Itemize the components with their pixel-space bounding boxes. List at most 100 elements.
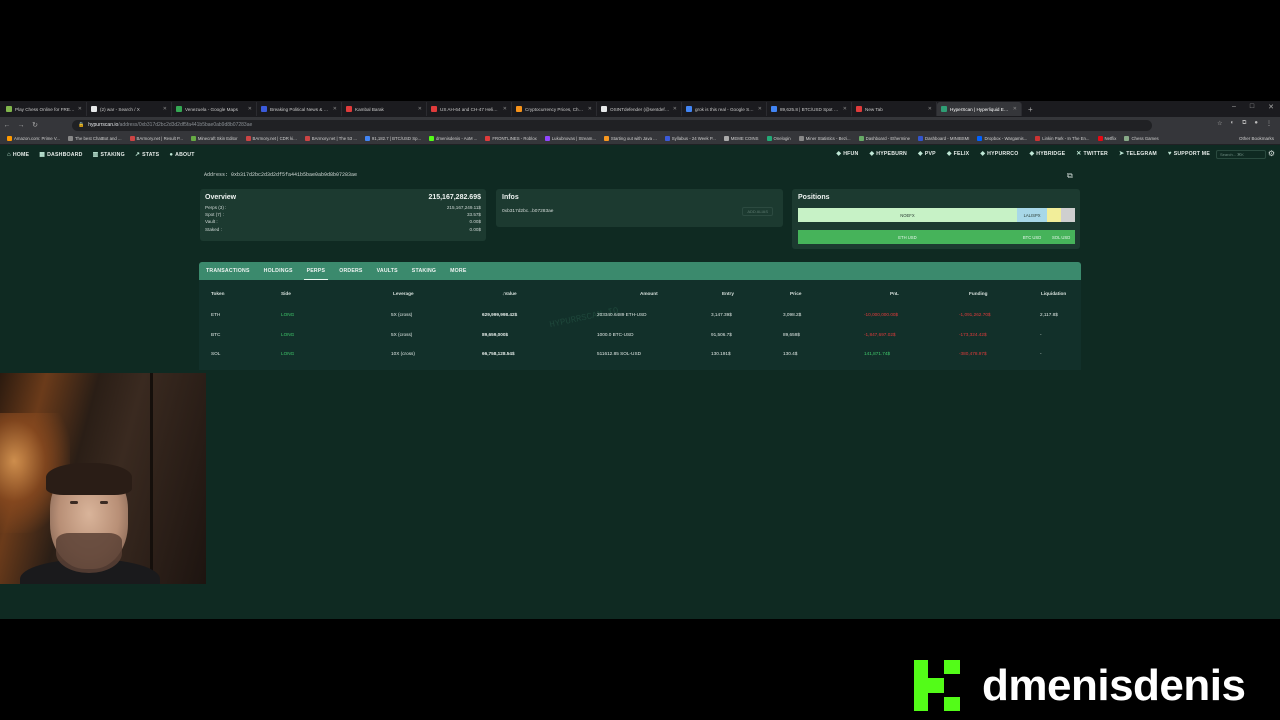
browser-tab[interactable]: HyperScan | Hyperliquid Explo... ✕ xyxy=(937,102,1022,116)
table-row[interactable]: ETH LONG 5X (cross) 629,999,998.42$ 203340.6… xyxy=(199,312,1081,322)
tab-close-icon[interactable]: ✕ xyxy=(333,106,337,112)
extension-icon[interactable]: ◐ xyxy=(1230,120,1234,127)
tab-close-icon[interactable]: ✕ xyxy=(503,106,507,112)
browser-tab[interactable]: Play Chess Online for FREE - 2...✕ xyxy=(2,102,87,116)
tab-close-icon[interactable]: ✕ xyxy=(78,106,82,112)
bookmark-item[interactable]: Dropbox - Wargamis... xyxy=(974,136,1030,141)
bookmark-item[interactable]: Dashboard - Ethermine xyxy=(856,136,913,141)
browser-tab[interactable]: Cryptocurrency Prices, Charts A...✕ xyxy=(512,102,597,116)
position-segment[interactable] xyxy=(1061,208,1075,222)
position-segment[interactable]: BTC USD xyxy=(1017,230,1047,244)
add-alias-button[interactable]: ADD ALIAS xyxy=(742,207,773,216)
browser-tab[interactable]: Breaking Political News & Predi...✕ xyxy=(257,102,342,116)
back-icon[interactable]: ← xyxy=(0,122,14,129)
tab-close-icon[interactable]: ✕ xyxy=(248,106,252,112)
header-leverage[interactable]: Leverage xyxy=(393,291,414,296)
position-segment[interactable]: LALISPX xyxy=(1016,208,1048,222)
header-token[interactable]: Token xyxy=(211,291,224,296)
header-side[interactable]: Side xyxy=(281,291,291,296)
table-row[interactable]: BTC LONG 5X (cross) 89,659,000$ 1000.0 BTC-U… xyxy=(199,332,1081,342)
tab-vaults[interactable]: VAULTS xyxy=(377,268,398,274)
nav-telegram[interactable]: ➤ TELEGRAM xyxy=(1119,150,1157,158)
nav-twitter[interactable]: ✕ TWITTER xyxy=(1076,150,1108,158)
nav-pvp[interactable]: ◆ PVP xyxy=(918,150,936,158)
tab-close-icon[interactable]: ✕ xyxy=(928,106,932,112)
minimize-button[interactable]: – xyxy=(1232,103,1236,111)
tab-holdings[interactable]: HOLDINGS xyxy=(264,268,293,274)
other-bookmarks[interactable]: Other Bookmarks xyxy=(1239,136,1274,141)
nav-dashboard[interactable]: ▦ DASHBOARD xyxy=(39,151,82,159)
tab-close-icon[interactable]: ✕ xyxy=(843,106,847,112)
browser-tab[interactable]: New Tab ✕ xyxy=(852,102,937,116)
header-entry[interactable]: Entry xyxy=(722,291,734,296)
bookmark-item[interactable]: MEME COINS xyxy=(721,136,762,141)
bookmark-item[interactable]: Minecraft Skin Editor xyxy=(188,136,241,141)
search-input[interactable]: Search... ⌘K xyxy=(1216,150,1266,159)
nav-hypurrco[interactable]: ◆ HYPURRCO xyxy=(980,150,1018,158)
position-segment[interactable]: ETH USD xyxy=(798,230,1017,244)
bookmark-item[interactable]: Syllabus - 24 Week P... xyxy=(662,136,719,141)
bookmark-star-icon[interactable]: ☆ xyxy=(1217,120,1222,127)
browser-tab[interactable]: US AH-64 and CH-47 Helicopte...✕ xyxy=(427,102,512,116)
nav-hfun[interactable]: ◆ HFUN xyxy=(836,150,858,158)
nav-hybridge[interactable]: ◆ HYBRIDGE xyxy=(1029,150,1065,158)
tab-orders[interactable]: ORDERS xyxy=(339,268,362,274)
bookmark-item[interactable]: Miner Statistics - Bezi... xyxy=(796,136,854,141)
forward-icon[interactable]: → xyxy=(14,122,28,129)
header-funding[interactable]: Funding xyxy=(969,291,987,296)
copy-icon[interactable]: ⧉ xyxy=(1067,171,1073,181)
url-input[interactable]: 🔒 hypurrscan.io /address/0xb317d2bc2d3d2… xyxy=(72,119,1152,131)
close-window-button[interactable]: ✕ xyxy=(1268,103,1274,111)
bookmark-item[interactable]: Linkin Park - In The En... xyxy=(1032,136,1092,141)
profile-icon[interactable]: ● xyxy=(1254,120,1258,127)
header-pnl[interactable]: PnL xyxy=(890,291,899,296)
gear-icon[interactable]: ⚙ xyxy=(1268,149,1275,158)
nav-support-me[interactable]: ♥ SUPPORT ME xyxy=(1168,151,1210,157)
position-segment[interactable] xyxy=(1047,208,1062,222)
bookmark-item[interactable]: 91,182.7 | BTC/USD Sp... xyxy=(362,136,424,141)
browser-tab[interactable]: (2) war - Search / X ✕ xyxy=(87,102,172,116)
browser-tab[interactable]: Venezuela - Google Maps ✕ xyxy=(172,102,257,116)
reload-icon[interactable]: ↻ xyxy=(28,121,42,129)
nav-home[interactable]: ⌂ HOME xyxy=(7,152,29,158)
header-value[interactable]: ↓Value xyxy=(502,291,517,296)
nav-stats[interactable]: ↗ STATS xyxy=(135,151,159,159)
position-segment[interactable]: SOL USD xyxy=(1047,230,1075,244)
new-tab-button[interactable]: + xyxy=(1028,105,1033,114)
header-amount[interactable]: Amount xyxy=(640,291,658,296)
bookmark-item[interactable]: Onelogin xyxy=(764,136,794,141)
maximize-button[interactable]: □ xyxy=(1250,103,1254,111)
table-row[interactable]: SOL LONG 10X (cross) 66,758,128.54$ 511612.8… xyxy=(199,351,1081,361)
header-liquidation[interactable]: Liquidation xyxy=(1041,291,1066,296)
nav-hypeburn[interactable]: ◆ HYPEBURN xyxy=(869,150,907,158)
bookmark-item[interactable]: The best ChatBot and ... xyxy=(65,136,125,141)
tab-staking[interactable]: STAKING xyxy=(412,268,436,274)
tab-close-icon[interactable]: ✕ xyxy=(758,106,762,112)
tab-close-icon[interactable]: ✕ xyxy=(163,106,167,112)
puzzle-icon[interactable]: ⧉ xyxy=(1242,120,1246,127)
browser-tab[interactable]: grok is this real - Google Search ✕ xyxy=(682,102,767,116)
bookmark-item[interactable]: BArmory.net | The 53 ... xyxy=(302,136,360,141)
position-segment[interactable]: NOEFX xyxy=(798,208,1017,222)
menu-icon[interactable]: ⋮ xyxy=(1266,120,1272,127)
browser-tab[interactable]: 89,625.8 | BTC/USD Spot Tradin...✕ xyxy=(767,102,852,116)
tab-close-icon[interactable]: ✕ xyxy=(588,106,592,112)
tab-transactions[interactable]: TRANSACTIONS xyxy=(206,268,250,274)
tab-close-icon[interactable]: ✕ xyxy=(1013,106,1017,112)
browser-tab[interactable]: OSINTdefender (@sentdefe... ✕ xyxy=(597,102,682,116)
tab-close-icon[interactable]: ✕ xyxy=(418,106,422,112)
bookmark-item[interactable]: Lukubnovas | Stream... xyxy=(542,136,599,141)
infos-address[interactable]: 0xb317d2bc...b07283ae xyxy=(502,209,777,214)
nav-staking[interactable]: ▥ STAKING xyxy=(93,151,125,159)
bookmark-item[interactable]: Amazon.com: Prime V... xyxy=(4,136,63,141)
tab-perps[interactable]: PERPS xyxy=(303,268,328,280)
nav-about[interactable]: ● ABOUT xyxy=(169,152,194,158)
bookmark-item[interactable]: Starting out with Java ... xyxy=(601,136,660,141)
bookmark-item[interactable]: dmenisdenis - AoM ... xyxy=(426,136,480,141)
browser-tab[interactable]: Kambal Barak ✕ xyxy=(342,102,427,116)
header-price[interactable]: Price xyxy=(790,291,801,296)
bookmark-item[interactable]: FRONTLINES - Roblox xyxy=(482,136,539,141)
nav-felix[interactable]: ◆ FELIX xyxy=(947,150,970,158)
bookmark-item[interactable]: Chess Games xyxy=(1121,136,1161,141)
tab-more[interactable]: MORE xyxy=(450,268,466,274)
